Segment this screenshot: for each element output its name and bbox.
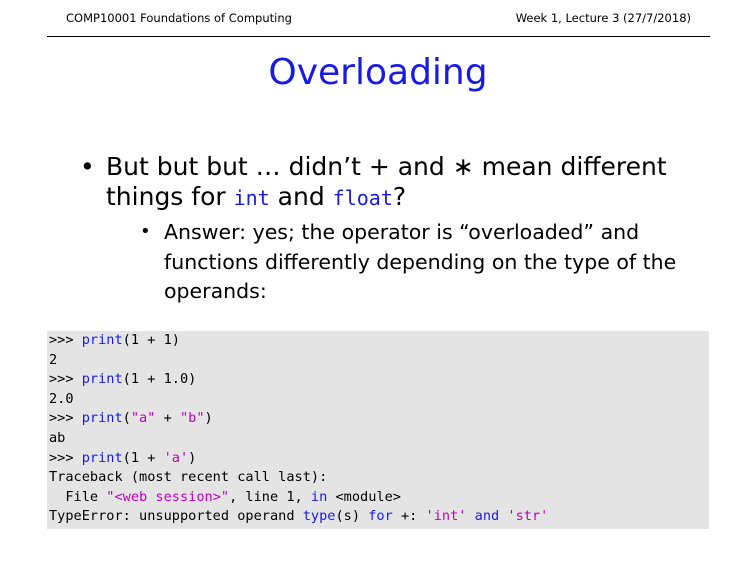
code-keyword: in (310, 489, 328, 505)
code-keyword: print (81, 332, 123, 348)
code-line: Traceback (most recent call last): (49, 468, 327, 488)
code-text: ) (204, 410, 213, 426)
code-keyword: and (474, 508, 500, 524)
code-line: >>> print(1 + 1) (49, 331, 180, 351)
code-line: File "<web session>", line 1, in <module… (49, 488, 401, 508)
code-text: >>> (49, 332, 82, 348)
bullet-sub-dot-icon: • (140, 221, 151, 242)
code-text: >>> (49, 410, 82, 426)
lecture-info: Week 1, Lecture 3 (27/7/2018) (515, 11, 691, 25)
code-string: 'a' (163, 450, 189, 466)
code-int: int (233, 186, 270, 210)
course-title: COMP10001 Foundations of Computing (66, 11, 292, 25)
code-line: >>> print(1 + 'a') (49, 449, 196, 469)
code-text: TypeError: unsupported operand (49, 508, 303, 524)
code-keyword: print (81, 450, 123, 466)
code-keyword: print (81, 410, 123, 426)
code-keyword: type (302, 508, 336, 524)
code-string: 'int' (425, 508, 467, 524)
bullet-dot-icon: • (80, 152, 95, 181)
code-text: 2.0 (49, 391, 74, 407)
code-text: >>> (49, 450, 82, 466)
code-text: +: (392, 508, 426, 524)
code-text: ( (122, 410, 131, 426)
code-line: 2.0 (49, 390, 74, 410)
code-text: (1 + (122, 450, 164, 466)
code-text: <module> (327, 489, 401, 505)
code-keyword: print (81, 371, 123, 387)
slide-header: COMP10001 Foundations of Computing Week … (47, 0, 710, 37)
bullet-main-text: But but but … didn’t + and ∗ mean differ… (106, 152, 706, 213)
code-text: (1 + 1.0) (122, 371, 197, 387)
code-string: "<web session>" (106, 489, 230, 505)
code-line: >>> print(1 + 1.0) (49, 370, 196, 390)
code-text: (s) (335, 508, 369, 524)
code-text: >>> (49, 371, 82, 387)
code-text: File (49, 489, 107, 505)
code-text: ) (188, 450, 197, 466)
code-text: 2 (49, 352, 58, 368)
bullet-sub-text: Answer: yes; the operator is “overloaded… (164, 220, 677, 303)
code-line: >>> print("a" + "b") (49, 409, 213, 429)
code-line: ab (49, 429, 65, 449)
code-string: "a" (130, 410, 156, 426)
code-text: + (155, 410, 180, 426)
slide-title: Overloading (268, 52, 488, 93)
code-keyword: for (368, 508, 393, 524)
code-string: "b" (179, 410, 205, 426)
code-text: ab (49, 430, 66, 446)
code-string: 'str' (507, 508, 549, 524)
code-text: Traceback (most recent call last): (49, 469, 328, 485)
code-text: , line 1, (229, 489, 311, 505)
bullet-main-middle: and (269, 182, 333, 211)
bullet-main-suffix: ? (392, 182, 407, 211)
code-block: >>> print(1 + 1) 2 >>> print(1 + 1.0) 2.0 >>… (47, 331, 709, 529)
code-line: 2 (49, 351, 57, 371)
code-text: (1 + 1) (122, 332, 180, 348)
code-line: TypeError: unsupported operand type(s) f… (49, 507, 548, 527)
code-float: float (332, 186, 393, 210)
